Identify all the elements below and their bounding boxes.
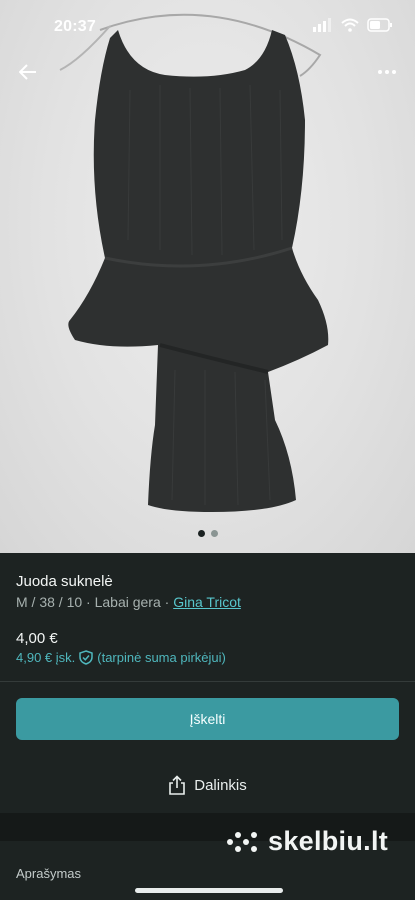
arrow-left-icon: [19, 64, 36, 80]
listing-title: Juoda suknelė: [16, 573, 113, 590]
dress-image: [59, 13, 329, 512]
share-icon: [169, 775, 186, 795]
buy-button[interactable]: Įškelti: [16, 698, 399, 740]
description-heading: Aprašymas: [16, 866, 82, 881]
back-button[interactable]: [12, 58, 44, 86]
price-including-fees[interactable]: 4,90 € įsk. (tarpinė suma pirkėjui): [16, 650, 226, 665]
listing-attributes: M / 38 / 10 · Labai gera ·: [16, 594, 174, 610]
carousel-dot[interactable]: [197, 530, 205, 537]
status-time: 20:37: [54, 18, 96, 35]
listing-photo[interactable]: 20:37: [0, 0, 415, 553]
home-indicator[interactable]: [135, 888, 283, 893]
price-incl-note: (tarpinė suma pirkėjui): [97, 650, 226, 665]
signal-icon: [313, 18, 331, 32]
skelbiu-logo: skelbiu.lt: [226, 826, 388, 857]
brand-link[interactable]: Gina Tricot: [173, 594, 241, 610]
price-incl-value: 4,90 € įsk.: [16, 650, 76, 665]
listing-meta: M / 38 / 10 · Labai gera · Gina Tricot: [16, 594, 241, 610]
listing-price: 4,00 €: [16, 630, 58, 647]
battery-icon: [367, 18, 392, 32]
carousel-indicator: [0, 530, 415, 537]
logo-dots-icon: [227, 831, 257, 852]
carousel-dot[interactable]: [210, 530, 218, 537]
more-horizontal-icon: [378, 70, 396, 74]
shield-check-icon: [79, 650, 94, 665]
logo-text: skelbiu.lt: [268, 826, 389, 856]
divider: [0, 681, 415, 682]
wifi-icon: [341, 18, 359, 32]
share-label: Dalinkis: [194, 776, 247, 794]
more-options-button[interactable]: [371, 58, 403, 86]
status-bar: 20:37: [0, 14, 415, 42]
share-button[interactable]: Dalinkis: [0, 773, 415, 797]
